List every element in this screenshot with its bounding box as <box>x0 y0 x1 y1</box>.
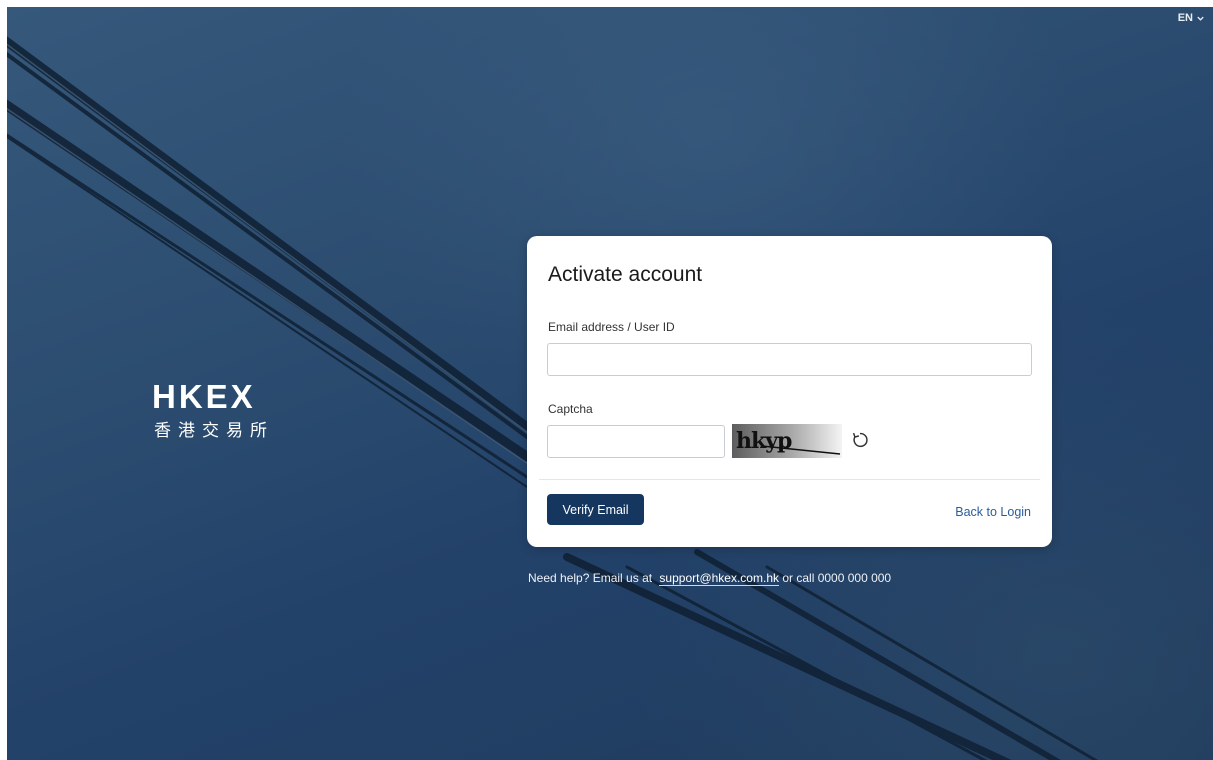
captcha-image: hkyp <box>732 424 842 458</box>
language-selector[interactable]: EN <box>1178 12 1205 24</box>
logo-text-zh: 香港交易所 <box>154 421 274 441</box>
language-label: EN <box>1177 12 1193 24</box>
captcha-input[interactable] <box>547 425 725 458</box>
back-to-login-link[interactable]: Back to Login <box>955 505 1031 519</box>
chevron-down-icon <box>1197 16 1204 21</box>
hkex-logo: HKEX 香港交易所 <box>152 378 274 442</box>
captcha-label: Captcha <box>548 402 593 416</box>
captcha-text: hkyp <box>736 428 792 454</box>
support-email-link[interactable]: support@hkex.com.hk <box>659 571 779 586</box>
refresh-captcha-icon[interactable] <box>849 429 871 451</box>
divider <box>539 479 1040 480</box>
help-prefix: Need help? Email us at <box>528 571 653 585</box>
activate-account-card: Activate account Email address / User ID… <box>527 236 1052 547</box>
help-text: Need help? Email us at support@hkex.com.… <box>528 571 892 586</box>
page-title: Activate account <box>548 263 703 286</box>
verify-email-button[interactable]: Verify Email <box>547 494 644 525</box>
email-input[interactable] <box>547 343 1032 376</box>
logo-text-en: HKEX <box>152 378 256 415</box>
help-suffix: or call 0000 000 000 <box>782 571 892 585</box>
email-label: Email address / User ID <box>548 320 675 334</box>
